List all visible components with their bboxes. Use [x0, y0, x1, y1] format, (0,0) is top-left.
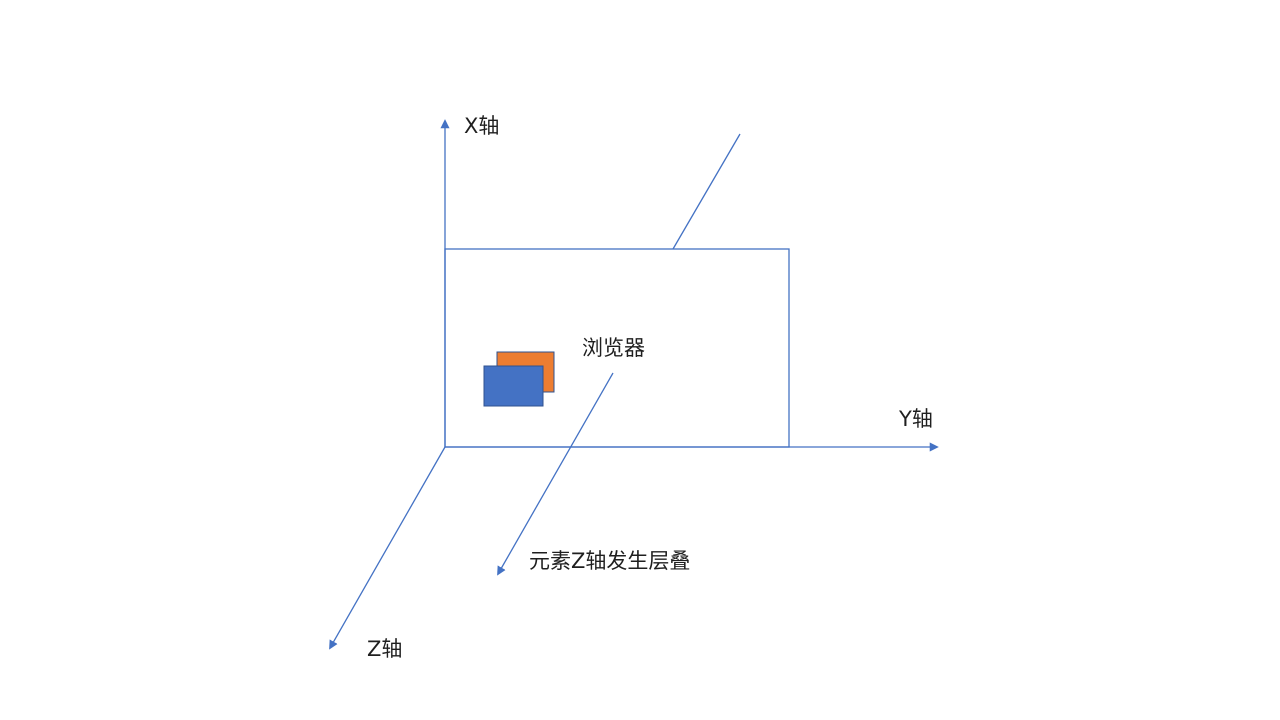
x-axis-label: X轴 [464, 114, 500, 138]
y-axis-label: Y轴 [899, 407, 933, 431]
diagram-canvas: X轴 Y轴 Z轴 浏览器 元素Z轴发生层叠 [0, 0, 1280, 720]
axes-diagram [329, 119, 939, 650]
front-element-blue [483, 365, 544, 407]
stacking-note-label: 元素Z轴发生层叠 [529, 549, 691, 573]
z-axis-line [329, 446, 446, 650]
plane-top-extension-line [672, 133, 741, 250]
browser-label: 浏览器 [582, 336, 645, 360]
z-axis-label: Z轴 [367, 637, 403, 661]
